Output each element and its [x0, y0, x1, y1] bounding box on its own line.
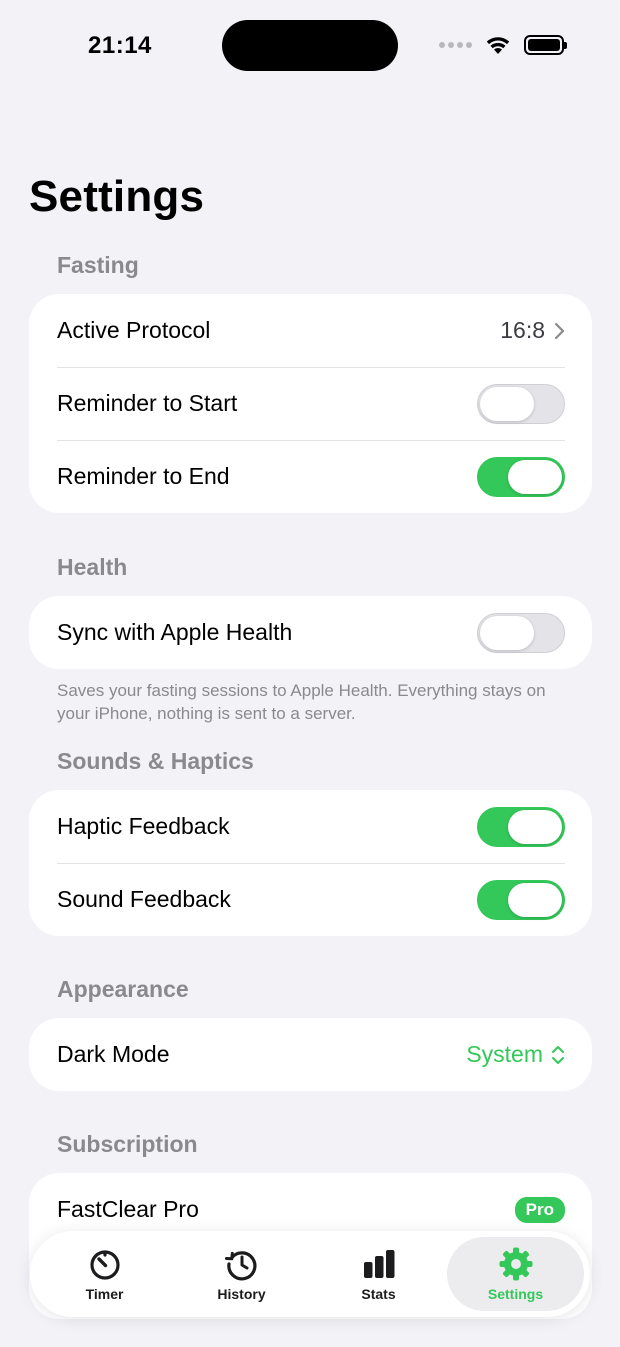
cellular-signal-icon: [439, 42, 472, 48]
tab-label: Timer: [85, 1286, 124, 1302]
health-footnote: Saves your fasting sessions to Apple Hea…: [57, 681, 546, 723]
protocol-value: 16:8: [500, 317, 545, 343]
reminder-start-toggle[interactable]: [477, 383, 565, 424]
group-appearance: Dark Mode System: [29, 1018, 592, 1091]
tab-settings[interactable]: Settings: [447, 1237, 584, 1311]
row-label: FastClear Pro: [57, 1196, 199, 1222]
row-reminder-end: Reminder to End: [29, 440, 592, 513]
group-sounds: Haptic Feedback Sound Feedback: [29, 790, 592, 936]
row-dark-mode[interactable]: Dark Mode System: [29, 1018, 592, 1091]
row-label: Dark Mode: [57, 1041, 170, 1067]
status-time: 21:14: [88, 32, 152, 59]
status-bar: 21:14: [0, 0, 620, 92]
row-label: Reminder to Start: [57, 390, 238, 416]
section-header-appearance: Appearance: [57, 976, 189, 1002]
wifi-icon: [486, 37, 510, 54]
row-active-protocol[interactable]: Active Protocol 16:8: [29, 294, 592, 367]
stats-icon: [363, 1250, 394, 1278]
section-header-health: Health: [57, 554, 128, 580]
tab-label: History: [217, 1286, 266, 1302]
tab-label: Settings: [487, 1286, 544, 1302]
row-sync-health: Sync with Apple Health: [29, 596, 592, 669]
page-title: Settings: [29, 172, 205, 221]
tab-label: Stats: [361, 1286, 396, 1302]
reminder-end-toggle[interactable]: [477, 456, 565, 497]
pro-badge: Pro: [514, 1196, 565, 1223]
gear-icon: [499, 1247, 532, 1281]
row-label: Haptic Feedback: [57, 813, 230, 839]
row-label: Sound Feedback: [57, 886, 231, 912]
history-icon: [224, 1251, 256, 1281]
group-fasting: Active Protocol 16:8 Reminder to Start R…: [29, 294, 592, 513]
row-value: 16:8: [500, 317, 565, 344]
tab-history[interactable]: History: [173, 1237, 310, 1311]
tab-bar: Timer History Stats Settings: [30, 1231, 590, 1317]
row-label: Sync with Apple Health: [57, 619, 293, 645]
sound-toggle[interactable]: [477, 879, 565, 920]
row-reminder-start: Reminder to Start: [29, 367, 592, 440]
row-sound: Sound Feedback: [29, 863, 592, 936]
status-icons: [439, 34, 567, 56]
chevron-right-icon: [554, 322, 565, 339]
section-header-sounds: Sounds & Haptics: [57, 748, 254, 774]
haptic-toggle[interactable]: [477, 806, 565, 847]
chevron-up-down-icon: [552, 1045, 564, 1064]
dynamic-island: [222, 20, 398, 71]
row-haptic: Haptic Feedback: [29, 790, 592, 863]
row-label: Active Protocol: [57, 317, 211, 343]
sync-health-toggle[interactable]: [477, 612, 565, 653]
dark-mode-value: System: [466, 1041, 543, 1067]
section-header-subscription: Subscription: [57, 1131, 198, 1157]
section-header-fasting: Fasting: [57, 252, 139, 278]
row-label: Reminder to End: [57, 463, 230, 489]
tab-timer[interactable]: Timer: [36, 1237, 173, 1311]
timer-icon: [89, 1250, 120, 1280]
battery-icon: [524, 35, 567, 55]
group-health: Sync with Apple Health: [29, 596, 592, 669]
dark-mode-picker[interactable]: System: [466, 1041, 565, 1068]
tab-stats[interactable]: Stats: [310, 1237, 447, 1311]
